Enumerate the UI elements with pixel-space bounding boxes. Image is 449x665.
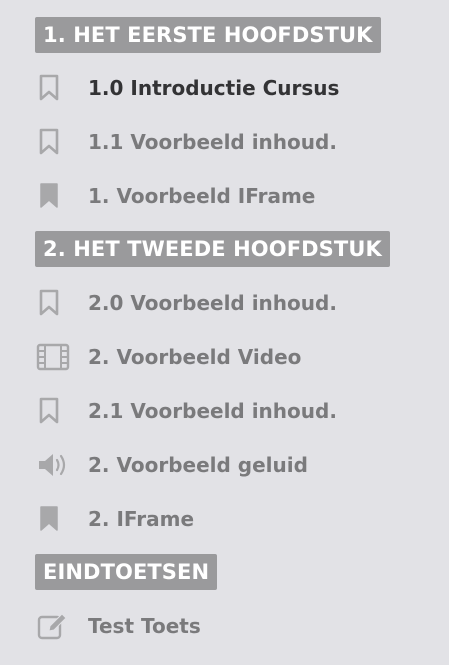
- lesson-item-2-2[interactable]: 2.1 Voorbeeld inhoud.: [36, 393, 436, 429]
- lesson-label: 2.1 Voorbeeld inhoud.: [88, 399, 337, 423]
- lesson-item-1-1[interactable]: 1.1 Voorbeeld inhoud.: [36, 124, 436, 160]
- course-navigation: 1. HET EERSTE HOOFDSTUK 1.0 Introductie …: [0, 0, 449, 665]
- bookmark-filled-icon: [40, 183, 58, 208]
- lesson-item-2-3[interactable]: 2. Voorbeeld geluid: [36, 447, 436, 483]
- lesson-label: 2. IFrame: [88, 507, 195, 531]
- bookmark-outline-icon: [39, 128, 59, 155]
- lesson-item-2-0[interactable]: 2.0 Voorbeeld inhoud.: [36, 285, 436, 321]
- chapter-header-2[interactable]: 2. HET TWEEDE HOOFDSTUK: [35, 231, 390, 267]
- lesson-label: 2. Voorbeeld geluid: [88, 453, 308, 477]
- lesson-item-1-2[interactable]: 1. Voorbeeld IFrame: [36, 178, 436, 214]
- lesson-label: 2. Voorbeeld Video: [88, 345, 302, 369]
- bookmark-outline-icon: [39, 397, 59, 424]
- chapter-header-1[interactable]: 1. HET EERSTE HOOFDSTUK: [35, 17, 381, 53]
- lesson-label: 1. Voorbeeld IFrame: [88, 184, 316, 208]
- bookmark-outline-icon: [39, 74, 59, 101]
- lesson-item-2-4[interactable]: 2. IFrame: [36, 501, 436, 537]
- bookmark-filled-icon: [40, 506, 58, 531]
- lesson-label: 1.1 Voorbeeld inhoud.: [88, 130, 337, 154]
- lesson-label: 2.0 Voorbeeld inhoud.: [88, 291, 337, 315]
- volume-icon: [39, 454, 66, 476]
- lesson-item-2-1[interactable]: 2. Voorbeeld Video: [36, 339, 436, 375]
- edit-icon: [37, 613, 67, 640]
- lesson-label: 1.0 Introductie Cursus: [88, 76, 340, 100]
- test-label: Test Toets: [88, 614, 201, 638]
- test-item[interactable]: Test Toets: [36, 608, 436, 644]
- chapter-header-3[interactable]: EINDTOETSEN: [35, 554, 218, 590]
- lesson-item-1-0[interactable]: 1.0 Introductie Cursus: [36, 70, 436, 106]
- film-icon: [36, 343, 70, 371]
- bookmark-outline-icon: [39, 289, 59, 316]
